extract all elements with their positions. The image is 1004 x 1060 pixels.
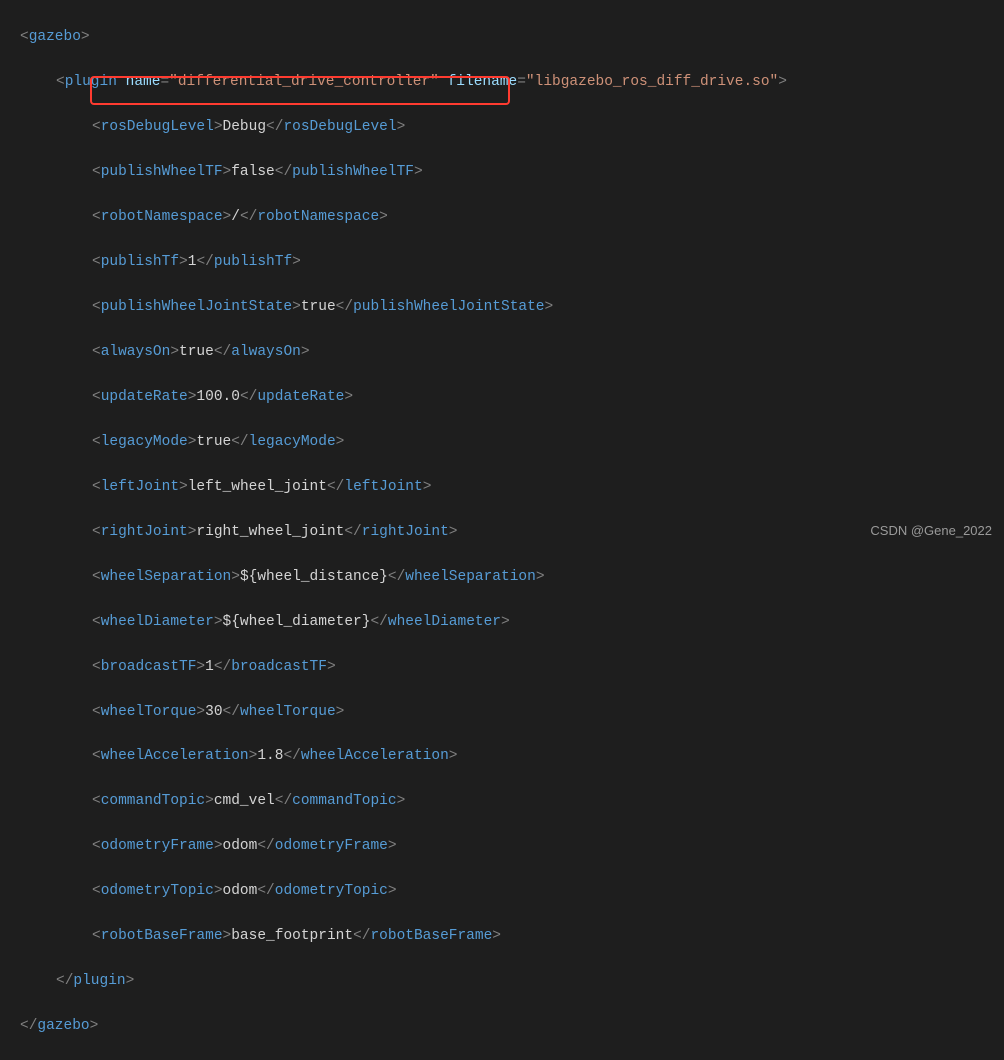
tag-rosdebuglevel: rosDebugLevel	[101, 119, 214, 135]
tag-wheeldiameter: wheelDiameter	[101, 614, 214, 630]
code-line: <rosDebugLevel>Debug</rosDebugLevel>	[0, 116, 1004, 138]
tag-robotnamespace: robotNamespace	[101, 209, 223, 225]
code-line: <leftJoint>left_wheel_joint</leftJoint>	[0, 476, 1004, 498]
code-line: <odometryTopic>odom</odometryTopic>	[0, 880, 1004, 902]
code-line: <robotBaseFrame>base_footprint</robotBas…	[0, 925, 1004, 947]
val-plugin-name: "differential_drive_controller"	[169, 74, 439, 90]
code-line: </plugin>	[0, 970, 1004, 992]
val-wheelseparation: ${wheel_distance}	[240, 569, 388, 585]
code-line: <plugin name="differential_drive_control…	[0, 71, 1004, 93]
tag-robotbaseframe: robotBaseFrame	[101, 928, 223, 944]
code-line: <gazebo>	[0, 26, 1004, 48]
code-line: <alwaysOn>true</alwaysOn>	[0, 341, 1004, 363]
code-line: <updateRate>100.0</updateRate>	[0, 386, 1004, 408]
tag-plugin-close: plugin	[73, 973, 125, 989]
val-wheeldiameter: ${wheel_diameter}	[223, 614, 371, 630]
code-line: <commandTopic>cmd_vel</commandTopic>	[0, 790, 1004, 812]
code-line: <rightJoint>right_wheel_joint</rightJoin…	[0, 521, 1004, 543]
val-odometryframe: odom	[223, 838, 258, 854]
val-rosdebuglevel: Debug	[223, 119, 267, 135]
val-leftjoint: left_wheel_joint	[188, 479, 327, 495]
tag-wheeltorque: wheelTorque	[101, 704, 197, 720]
code-line: <wheelTorque>30</wheelTorque>	[0, 701, 1004, 723]
tag-publishtf: publishTf	[101, 254, 179, 270]
tag-plugin: plugin	[65, 74, 117, 90]
val-broadcasttf: 1	[205, 659, 214, 675]
val-wheelacceleration: 1.8	[257, 748, 283, 764]
val-publishwheeljointstate: true	[301, 299, 336, 315]
tag-legacymode: legacyMode	[101, 434, 188, 450]
tag-publishwheeljointstate: publishWheelJointState	[101, 299, 292, 315]
val-plugin-filename: "libgazebo_ros_diff_drive.so"	[526, 74, 778, 90]
tag-publishwheeltf: publishWheelTF	[101, 164, 223, 180]
tag-broadcasttf: broadcastTF	[101, 659, 197, 675]
val-alwayson: true	[179, 344, 214, 360]
val-updaterate: 100.0	[196, 389, 240, 405]
code-line: <robotNamespace>/</robotNamespace>	[0, 206, 1004, 228]
code-line: <legacyMode>true</legacyMode>	[0, 431, 1004, 453]
code-line: <wheelAcceleration>1.8</wheelAcceleratio…	[0, 745, 1004, 767]
val-rightjoint: right_wheel_joint	[196, 524, 344, 540]
val-robotnamespace: /	[231, 209, 240, 225]
val-odometrytopic: odom	[223, 883, 258, 899]
code-block: <gazebo> <plugin name="differential_driv…	[0, 0, 1004, 1060]
tag-leftjoint: leftJoint	[101, 479, 179, 495]
val-robotbaseframe: base_footprint	[231, 928, 353, 944]
tag-alwayson: alwaysOn	[101, 344, 171, 360]
code-line-highlighted: <publishWheelTF>false</publishWheelTF>	[0, 161, 1004, 183]
tag-odometrytopic: odometryTopic	[101, 883, 214, 899]
code-line: <publishWheelJointState>true</publishWhe…	[0, 296, 1004, 318]
val-wheeltorque: 30	[205, 704, 222, 720]
code-line: <wheelSeparation>${wheel_distance}</whee…	[0, 566, 1004, 588]
val-legacymode: true	[196, 434, 231, 450]
tag-wheelseparation: wheelSeparation	[101, 569, 232, 585]
tag-rightjoint: rightJoint	[101, 524, 188, 540]
tag-wheelacceleration: wheelAcceleration	[101, 748, 249, 764]
val-commandtopic: cmd_vel	[214, 793, 275, 809]
code-line: <wheelDiameter>${wheel_diameter}</wheelD…	[0, 611, 1004, 633]
code-line: <publishTf>1</publishTf>	[0, 251, 1004, 273]
code-line: <broadcastTF>1</broadcastTF>	[0, 656, 1004, 678]
val-publishwheeltf: false	[231, 164, 275, 180]
attr-name: name	[126, 74, 161, 90]
watermark-text: CSDN @Gene_2022	[870, 521, 992, 541]
tag-gazebo: gazebo	[29, 29, 81, 45]
tag-commandtopic: commandTopic	[101, 793, 205, 809]
attr-filename: filename	[448, 74, 518, 90]
tag-odometryframe: odometryFrame	[101, 838, 214, 854]
tag-gazebo-close: gazebo	[37, 1018, 89, 1034]
code-line: </gazebo>	[0, 1015, 1004, 1037]
tag-updaterate: updateRate	[101, 389, 188, 405]
code-line: <odometryFrame>odom</odometryFrame>	[0, 835, 1004, 857]
